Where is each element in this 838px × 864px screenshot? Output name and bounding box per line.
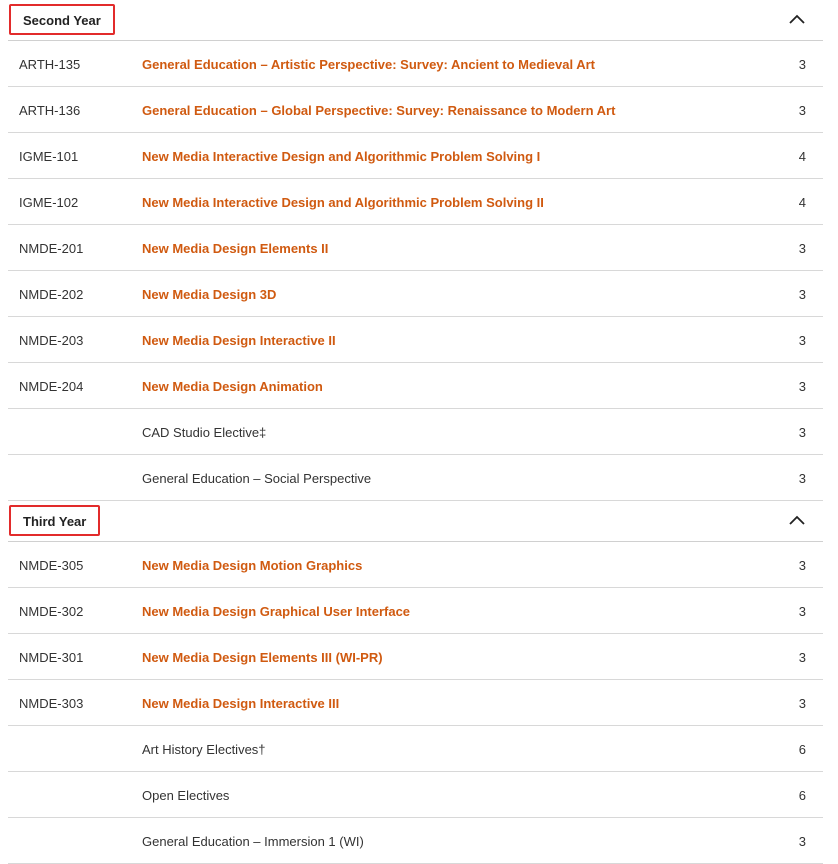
course-list-third-year: NMDE-305 New Media Design Motion Graphics… [8, 542, 823, 864]
course-title: Art History Electives† [142, 742, 266, 757]
course-title: Open Electives [142, 788, 230, 803]
course-row: General Education – Social Perspective 3 [8, 455, 823, 501]
course-code: NMDE-204 [19, 379, 84, 394]
course-title-link[interactable]: New Media Interactive Design and Algorit… [142, 149, 540, 164]
course-row: NMDE-204 New Media Design Animation 3 [8, 363, 823, 409]
course-title: General Education – Immersion 1 (WI) [142, 834, 364, 849]
section-header-second-year[interactable]: Second Year [8, 0, 823, 41]
course-list-second-year: ARTH-135 General Education – Artistic Per… [8, 41, 823, 501]
course-credits: 3 [798, 287, 806, 302]
course-credits: 3 [798, 650, 806, 665]
course-code: IGME-101 [19, 149, 79, 164]
course-title: CAD Studio Elective‡ [142, 425, 267, 440]
course-code: NMDE-202 [19, 287, 84, 302]
course-title-link[interactable]: New Media Design 3D [142, 287, 276, 302]
course-title-link[interactable]: New Media Design Elements II [142, 241, 328, 256]
chevron-up-icon[interactable] [789, 14, 805, 24]
section-title: Second Year [9, 4, 115, 35]
course-title-link[interactable]: New Media Design Interactive III [142, 696, 339, 711]
course-credits: 3 [798, 241, 806, 256]
course-title-link[interactable]: New Media Design Graphical User Interfac… [142, 604, 410, 619]
course-code: IGME-102 [19, 195, 79, 210]
course-credits: 3 [798, 558, 806, 573]
course-code: NMDE-201 [19, 241, 84, 256]
course-credits: 3 [798, 471, 806, 486]
course-title-link[interactable]: New Media Interactive Design and Algorit… [142, 195, 544, 210]
course-credits: 3 [798, 604, 806, 619]
course-row: ARTH-135 General Education – Artistic Per… [8, 41, 823, 87]
course-title: General Education – Social Perspective [142, 471, 372, 486]
course-code: ARTH-135 [19, 57, 81, 72]
curriculum-table: Second Year ARTH-135 General Education – … [8, 0, 823, 864]
chevron-up-icon[interactable] [789, 515, 805, 525]
section-title: Third Year [9, 505, 101, 536]
course-credits: 6 [798, 788, 806, 803]
course-row: Art History Electives† 6 [8, 726, 823, 772]
course-code: NMDE-302 [19, 604, 84, 619]
course-credits: 3 [798, 379, 806, 394]
course-credits: 3 [798, 425, 806, 440]
course-credits: 4 [798, 149, 806, 164]
course-row: NMDE-303 New Media Design Interactive III… [8, 680, 823, 726]
course-credits: 3 [798, 57, 806, 72]
course-row: NMDE-203 New Media Design Interactive II 3 [8, 317, 823, 363]
course-credits: 3 [798, 696, 806, 711]
course-row: IGME-102 New Media Interactive Design and… [8, 179, 823, 225]
course-credits: 6 [798, 742, 806, 757]
course-title-link[interactable]: New Media Design Motion Graphics [142, 558, 362, 573]
course-code: NMDE-305 [19, 558, 84, 573]
course-row: CAD Studio Elective‡ 3 [8, 409, 823, 455]
course-row: NMDE-301 New Media Design Elements III (W… [8, 634, 823, 680]
course-row: NMDE-202 New Media Design 3D 3 [8, 271, 823, 317]
course-title-link[interactable]: New Media Design Animation [142, 379, 323, 394]
course-row: NMDE-302 New Media Design Graphical User … [8, 588, 823, 634]
course-row: General Education – Immersion 1 (WI) 3 [8, 818, 823, 864]
course-row: Open Electives 6 [8, 772, 823, 818]
course-credits: 3 [798, 103, 806, 118]
course-row: IGME-101 New Media Interactive Design and… [8, 133, 823, 179]
course-credits: 3 [798, 333, 806, 348]
course-title-link[interactable]: New Media Design Interactive II [142, 333, 336, 348]
course-code: NMDE-203 [19, 333, 84, 348]
section-header-third-year[interactable]: Third Year [8, 501, 823, 542]
course-title-link[interactable]: New Media Design Elements III (WI-PR) [142, 650, 383, 665]
course-code: NMDE-301 [19, 650, 84, 665]
course-title-link[interactable]: General Education – Global Perspective: … [142, 103, 615, 118]
course-code: ARTH-136 [19, 103, 81, 118]
course-credits: 4 [798, 195, 806, 210]
course-row: NMDE-201 New Media Design Elements II 3 [8, 225, 823, 271]
course-code: NMDE-303 [19, 696, 84, 711]
course-title-link[interactable]: General Education – Artistic Perspective… [142, 57, 595, 72]
course-credits: 3 [798, 834, 806, 849]
course-row: NMDE-305 New Media Design Motion Graphics… [8, 542, 823, 588]
course-row: ARTH-136 General Education – Global Persp… [8, 87, 823, 133]
